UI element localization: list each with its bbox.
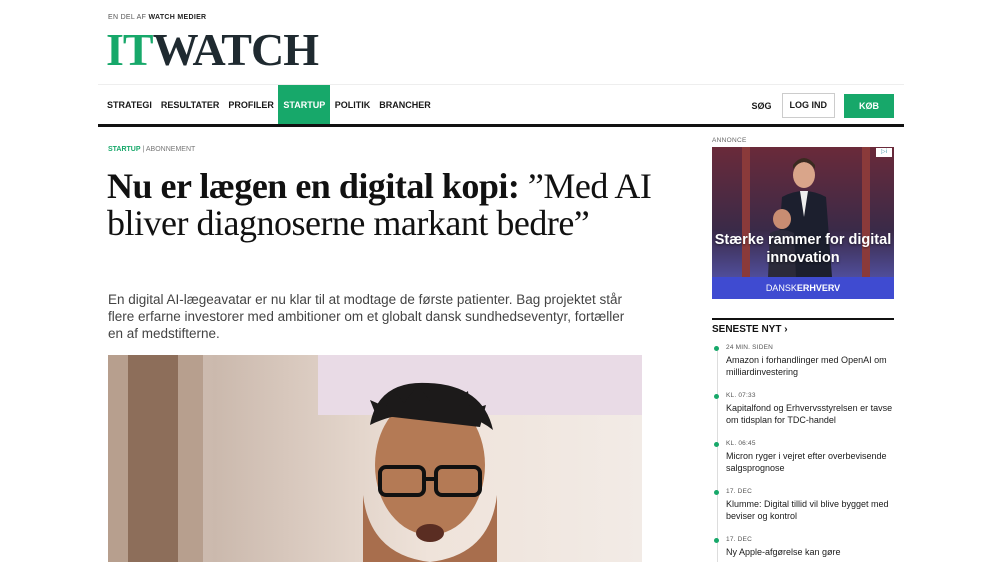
news-time: 17. DEC xyxy=(726,488,752,495)
news-headline[interactable]: Ny Apple-afgørelse kan gøre xyxy=(726,546,894,558)
nav-item-strategi[interactable]: STRATEGI xyxy=(107,85,156,125)
news-time: KL. 06:45 xyxy=(726,440,756,447)
timeline-dot-icon xyxy=(714,538,719,543)
news-item[interactable]: KL. 07:33 Kapitalfond og Erhvervsstyrels… xyxy=(714,392,894,426)
news-item[interactable]: KL. 06:45 Micron ryger i vejret efter ov… xyxy=(714,440,894,474)
news-headline[interactable]: Kapitalfond og Erhvervsstyrelsen er tavs… xyxy=(726,402,894,426)
advertisement[interactable]: ▷i Stærke rammer for digital innovation … xyxy=(712,147,894,299)
ad-label: ANNONCE xyxy=(712,137,747,144)
headline-bold: Nu er lægen en digital kopi: xyxy=(107,166,520,206)
logo-it: IT xyxy=(106,24,154,75)
timeline-dot-icon xyxy=(714,346,719,351)
search-button[interactable]: SØG xyxy=(751,101,771,111)
article-headline: Nu er lægen en digital kopi: ”Med AI bli… xyxy=(107,168,667,242)
news-time: 17. DEC xyxy=(726,536,752,543)
news-item[interactable]: 17. DEC Ny Apple-afgørelse kan gøre xyxy=(714,536,894,558)
person-photo-illustration xyxy=(108,355,642,562)
latest-news-title: SENESTE NYT xyxy=(712,324,782,335)
news-time: KL. 07:33 xyxy=(726,392,756,399)
article-lead: En digital AI-lægeavatar er nu klar til … xyxy=(108,292,625,341)
news-headline[interactable]: Amazon i forhandlinger med OpenAI om mil… xyxy=(726,354,894,378)
login-button[interactable]: LOG IND xyxy=(781,93,835,118)
news-headline[interactable]: Micron ryger i vejret efter overbevisend… xyxy=(726,450,894,474)
article-photo xyxy=(108,355,642,562)
kicker-separator: | xyxy=(142,146,145,153)
timeline-dot-icon xyxy=(714,394,719,399)
main-nav: STRATEGI RESULTATER PROFILER STARTUP POL… xyxy=(98,84,904,125)
subscription-badge: ABONNEMENT xyxy=(145,146,196,153)
ad-brand-a: DANSK xyxy=(765,283,797,293)
nav-item-brancher[interactable]: BRANCHER xyxy=(375,85,436,125)
tagline-brand[interactable]: WATCH MEDIER xyxy=(148,14,206,21)
section-link[interactable]: STARTUP xyxy=(108,146,141,153)
buy-button[interactable]: KØB xyxy=(844,93,894,118)
ad-choices-icon[interactable]: ▷i xyxy=(876,148,892,157)
timeline-dot-icon xyxy=(714,490,719,495)
latest-divider xyxy=(712,318,894,320)
chevron-right-icon: › xyxy=(784,324,788,335)
timeline-line xyxy=(717,348,718,562)
nav-item-resultater[interactable]: RESULTATER xyxy=(156,85,224,125)
ad-brand-b: ERHVERV xyxy=(796,283,841,293)
news-headline[interactable]: Klumme: Digital tillid vil blive bygget … xyxy=(726,498,894,522)
nav-item-startup[interactable]: STARTUP xyxy=(278,85,331,125)
ad-brand-bar: DANSKERHVERV xyxy=(712,277,894,299)
nav-item-politik[interactable]: POLITIK xyxy=(330,85,375,125)
article-kicker: STARTUP | ABONNEMENT xyxy=(108,146,195,153)
header-divider xyxy=(98,124,904,127)
timeline-dot-icon xyxy=(714,442,719,447)
news-time: 24 MIN. SIDEN xyxy=(726,344,774,351)
site-logo[interactable]: ITWATCH xyxy=(106,24,319,75)
ad-text: Stærke rammer for digital innovation xyxy=(714,232,892,266)
logo-watch: WATCH xyxy=(152,24,319,75)
latest-news-heading[interactable]: SENESTE NYT › xyxy=(712,324,788,335)
tagline: EN DEL AF WATCH MEDIER xyxy=(108,14,206,21)
tagline-prefix: EN DEL AF xyxy=(108,14,147,21)
news-item[interactable]: 24 MIN. SIDEN Amazon i forhandlinger med… xyxy=(714,344,894,378)
nav-item-profiler[interactable]: PROFILER xyxy=(224,85,279,125)
news-item[interactable]: 17. DEC Klumme: Digital tillid vil blive… xyxy=(714,488,894,522)
